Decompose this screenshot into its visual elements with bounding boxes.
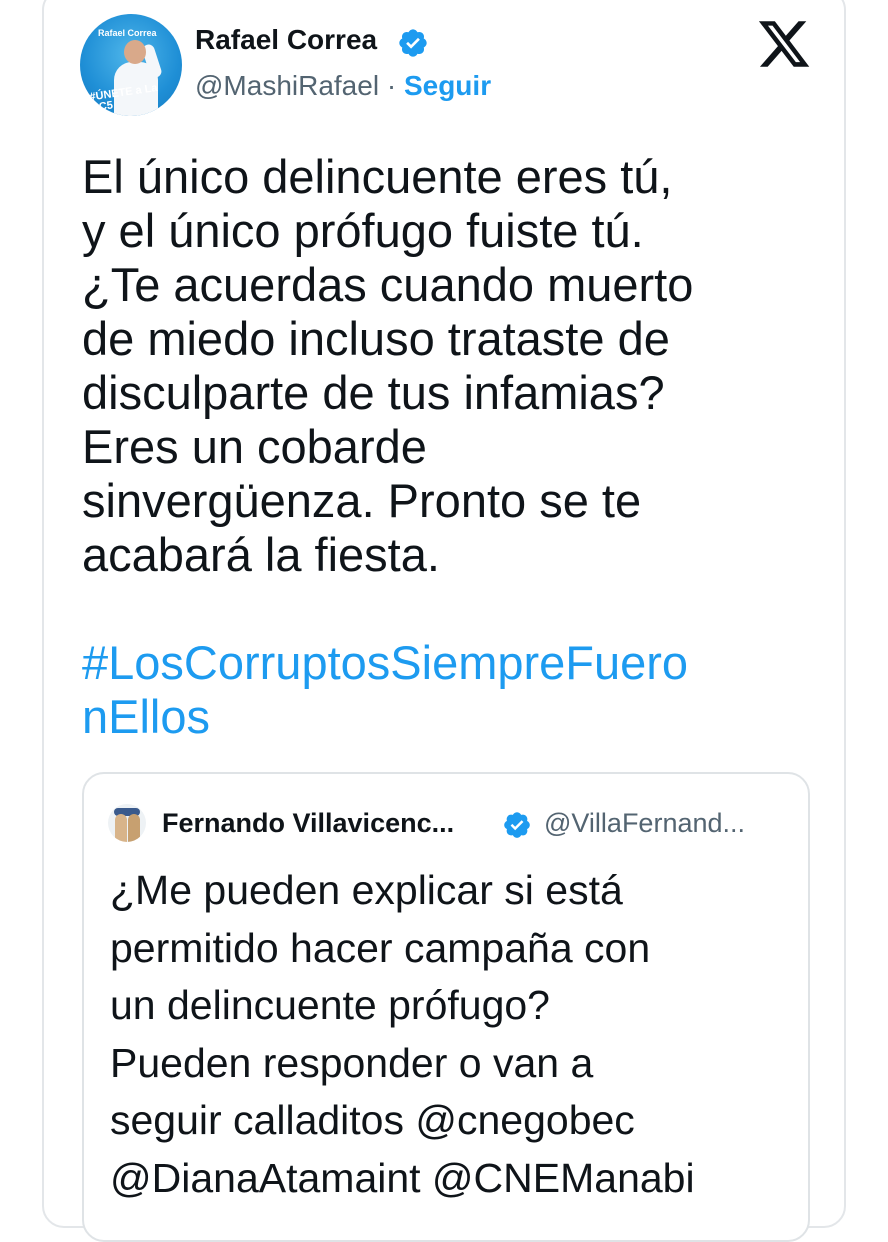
tweet-text: El único delincuente eres tú, y el único…	[82, 150, 694, 581]
avatar-brand-text: Rafael Correa	[98, 28, 157, 38]
quoted-tweet[interactable]: Fernando Villavicenc... @VillaFernand...…	[82, 772, 810, 1242]
quoted-author-handle[interactable]: @VillaFernand...	[544, 808, 745, 839]
quoted-author-display-name[interactable]: Fernando Villavicenc...	[162, 808, 454, 839]
quoted-verified-badge-icon	[504, 812, 530, 838]
quoted-avatar-person-2	[128, 814, 140, 842]
author-display-name[interactable]: Rafael Correa	[195, 24, 377, 56]
author-handle[interactable]: @MashiRafael	[195, 70, 379, 101]
handle-separator: ·	[379, 70, 404, 101]
quoted-tweet-text: ¿Me pueden explicar si está permitido ha…	[110, 867, 695, 1201]
avatar-figure-head	[124, 40, 146, 64]
author-avatar[interactable]: Rafael Correa #ÚNETE a La RC5	[80, 14, 182, 116]
quoted-author-avatar[interactable]	[108, 804, 146, 842]
verified-badge-icon	[399, 29, 427, 57]
quoted-avatar-person-1	[115, 814, 127, 842]
follow-button[interactable]: Seguir	[404, 70, 491, 101]
author-handle-row: @MashiRafael · Seguir	[195, 70, 491, 102]
x-logo-icon[interactable]	[756, 16, 812, 72]
tweet-hashtag-link[interactable]: #LosCorruptosSiempreFuero nEllos	[82, 636, 812, 744]
